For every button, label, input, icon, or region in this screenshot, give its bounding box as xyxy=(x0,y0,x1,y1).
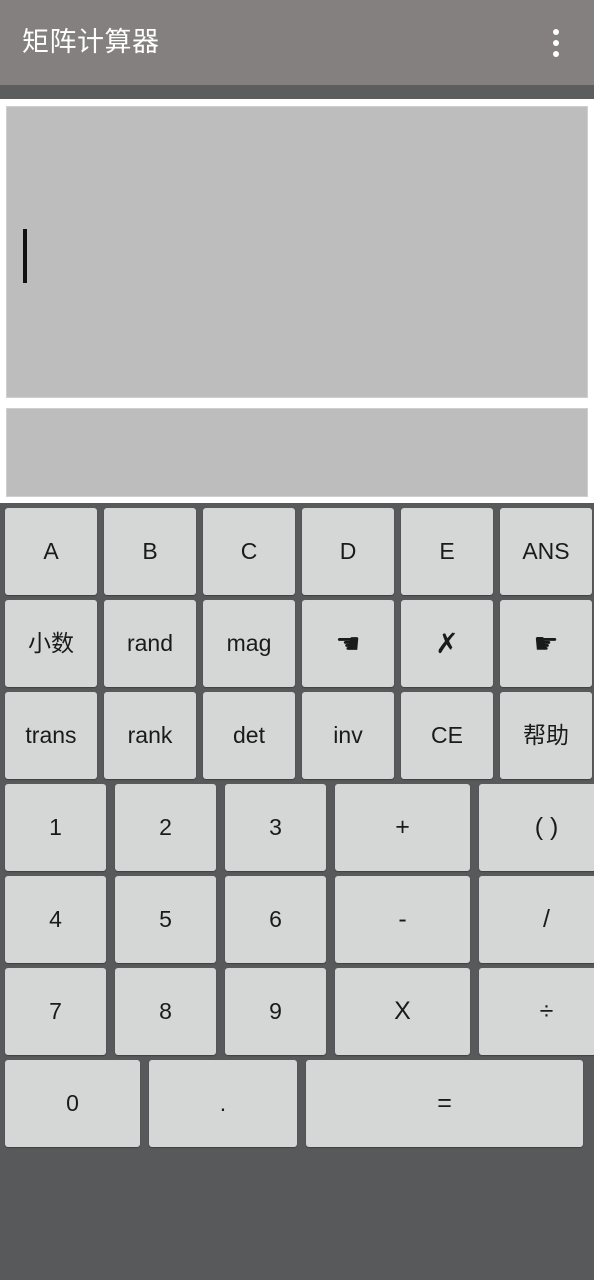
key-a[interactable]: A xyxy=(5,508,97,595)
display-divider xyxy=(6,398,588,408)
key-7[interactable]: 7 xyxy=(5,968,106,1055)
key-cursor-right-hand-icon[interactable]: ☛ xyxy=(500,600,592,687)
key-decimal-cjk[interactable]: 小数 xyxy=(5,600,97,687)
key-e[interactable]: E xyxy=(401,508,493,595)
key-slash[interactable]: / xyxy=(479,876,594,963)
key-mag[interactable]: mag xyxy=(203,600,295,687)
page-title: 矩阵计算器 xyxy=(22,27,160,57)
result-output[interactable] xyxy=(6,408,588,497)
key-equals[interactable]: = xyxy=(306,1060,583,1147)
app-title-bar: 矩阵计算器 xyxy=(0,0,594,85)
key-4[interactable]: 4 xyxy=(5,876,106,963)
key-det[interactable]: det xyxy=(203,692,295,779)
keypad-row-row-456: 4 5 6- / xyxy=(0,876,594,963)
overflow-dot-1 xyxy=(553,28,559,35)
keypad-row-row-matrix-ops: trans rank det inv CE 帮助 xyxy=(0,692,594,779)
key-help-cjk[interactable]: 帮助 xyxy=(500,692,592,779)
key-trans[interactable]: trans xyxy=(5,692,97,779)
expression-input[interactable] xyxy=(6,106,588,398)
key-b[interactable]: B xyxy=(104,508,196,595)
key-minus[interactable]: - xyxy=(335,876,470,963)
key-3[interactable]: 3 xyxy=(225,784,326,871)
keypad: A B C D E ANS 小数 rand mag ☚ ✗ ☛ trans rank det inv CE 帮助 1… xyxy=(0,503,594,1280)
title-bar-divider xyxy=(0,85,594,99)
keypad-row-row-zero: 0. = xyxy=(0,1060,594,1147)
keypad-row-row-123: 1 2 3 +( ) xyxy=(0,784,594,871)
key-backspace-cross-icon[interactable]: ✗ xyxy=(401,600,493,687)
overflow-menu-icon[interactable] xyxy=(534,19,578,67)
key-2[interactable]: 2 xyxy=(115,784,216,871)
key-d[interactable]: D xyxy=(302,508,394,595)
key-ans[interactable]: ANS xyxy=(500,508,592,595)
key-rank[interactable]: rank xyxy=(104,692,196,779)
key-dot[interactable]: . xyxy=(149,1060,297,1147)
key-1[interactable]: 1 xyxy=(5,784,106,871)
key-rand[interactable]: rand xyxy=(104,600,196,687)
overflow-dot-3 xyxy=(553,50,559,57)
keypad-row-row-tools: 小数 rand mag ☚ ✗ ☛ xyxy=(0,600,594,687)
key-ce[interactable]: CE xyxy=(401,692,493,779)
display-area xyxy=(0,99,594,503)
key-inv[interactable]: inv xyxy=(302,692,394,779)
key-plus[interactable]: + xyxy=(335,784,470,871)
key-divide[interactable]: ÷ xyxy=(479,968,594,1055)
overflow-dot-2 xyxy=(553,39,559,46)
key-6[interactable]: 6 xyxy=(225,876,326,963)
key-5[interactable]: 5 xyxy=(115,876,216,963)
matrix-calculator-app: 矩阵计算器 A B C D E ANS 小数 rand mag ☚ ✗ ☛ trans rank det in… xyxy=(0,0,594,1280)
key-8[interactable]: 8 xyxy=(115,968,216,1055)
key-9[interactable]: 9 xyxy=(225,968,326,1055)
key-parentheses[interactable]: ( ) xyxy=(479,784,594,871)
key-c[interactable]: C xyxy=(203,508,295,595)
keypad-row-row-789: 7 8 9 X ÷ xyxy=(0,968,594,1055)
key-0[interactable]: 0 xyxy=(5,1060,140,1147)
key-cursor-left-hand-icon[interactable]: ☚ xyxy=(302,600,394,687)
keypad-row-row-vars: A B C D E ANS xyxy=(0,508,594,595)
key-multiply-x[interactable]: X xyxy=(335,968,470,1055)
text-caret xyxy=(23,229,27,283)
